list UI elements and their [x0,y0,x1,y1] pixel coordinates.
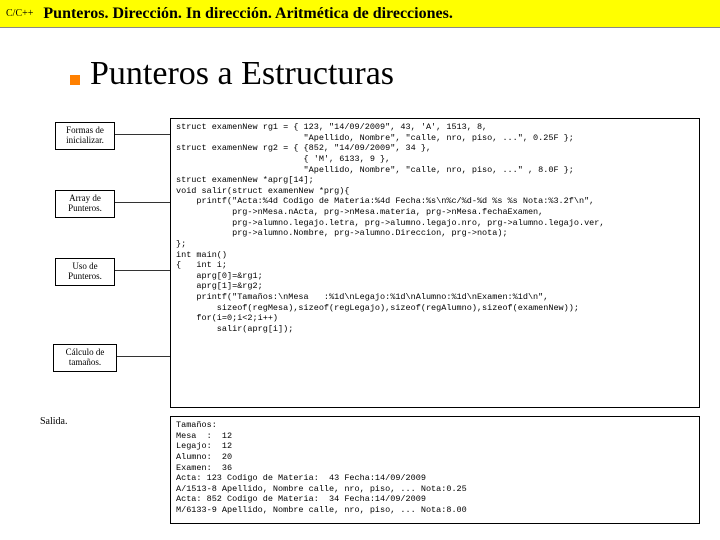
output-block: Tamaños: Mesa : 12 Legajo: 12 Alumno: 20… [170,416,700,524]
header-lang: C/C++ [6,8,33,19]
header-bar: C/C++ Punteros. Dirección. In dirección.… [0,0,720,28]
bullet-square [70,75,80,85]
callout-init: Formas de inicializar. [55,122,115,150]
callout-use: Uso de Punteros. [55,258,115,286]
header-title: Punteros. Dirección. In dirección. Aritm… [43,5,452,23]
connector-array [115,202,170,203]
connector-use [115,270,170,271]
callout-sizeof: Cálculo de tamaños. [53,344,117,372]
callout-array: Array de Punteros. [55,190,115,218]
slide-title: Punteros a Estructuras [90,55,394,93]
code-block: struct examenNew rg1 = { 123, "14/09/200… [170,118,700,408]
connector-init [115,134,170,135]
connector-sizeof [117,356,170,357]
output-label: Salida. [40,416,68,427]
